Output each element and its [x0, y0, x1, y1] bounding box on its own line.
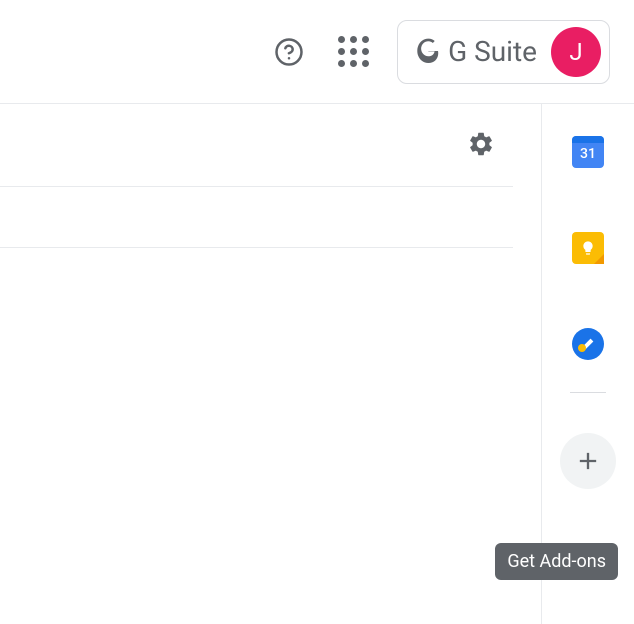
- toolbar: [0, 104, 541, 174]
- help-icon[interactable]: [269, 32, 309, 72]
- plus-icon: [574, 447, 602, 475]
- account-switcher[interactable]: G Suite J: [397, 20, 610, 84]
- header: G Suite J: [0, 0, 634, 104]
- avatar: J: [551, 27, 601, 77]
- avatar-initial: J: [569, 38, 582, 66]
- divider: [0, 247, 513, 248]
- keep-icon: [572, 232, 604, 264]
- calendar-day: 31: [580, 146, 596, 162]
- calendar-icon: 31: [572, 136, 604, 168]
- tooltip-text: Get Add-ons: [507, 551, 606, 572]
- settings-button[interactable]: [461, 124, 501, 164]
- side-divider: [570, 392, 606, 393]
- gsuite-label: G Suite: [414, 35, 537, 68]
- get-addons-button[interactable]: [560, 433, 616, 489]
- divider: [0, 186, 513, 187]
- addons-tooltip: Get Add-ons: [495, 543, 618, 580]
- calendar-button[interactable]: 31: [570, 134, 606, 170]
- apps-grid-icon[interactable]: [333, 32, 373, 72]
- gear-icon: [467, 130, 495, 158]
- gsuite-text: G Suite: [448, 35, 537, 68]
- tasks-button[interactable]: [570, 326, 606, 362]
- keep-button[interactable]: [570, 230, 606, 266]
- google-g-icon: [414, 37, 444, 67]
- tasks-icon: [572, 328, 604, 360]
- content-area: [0, 104, 542, 624]
